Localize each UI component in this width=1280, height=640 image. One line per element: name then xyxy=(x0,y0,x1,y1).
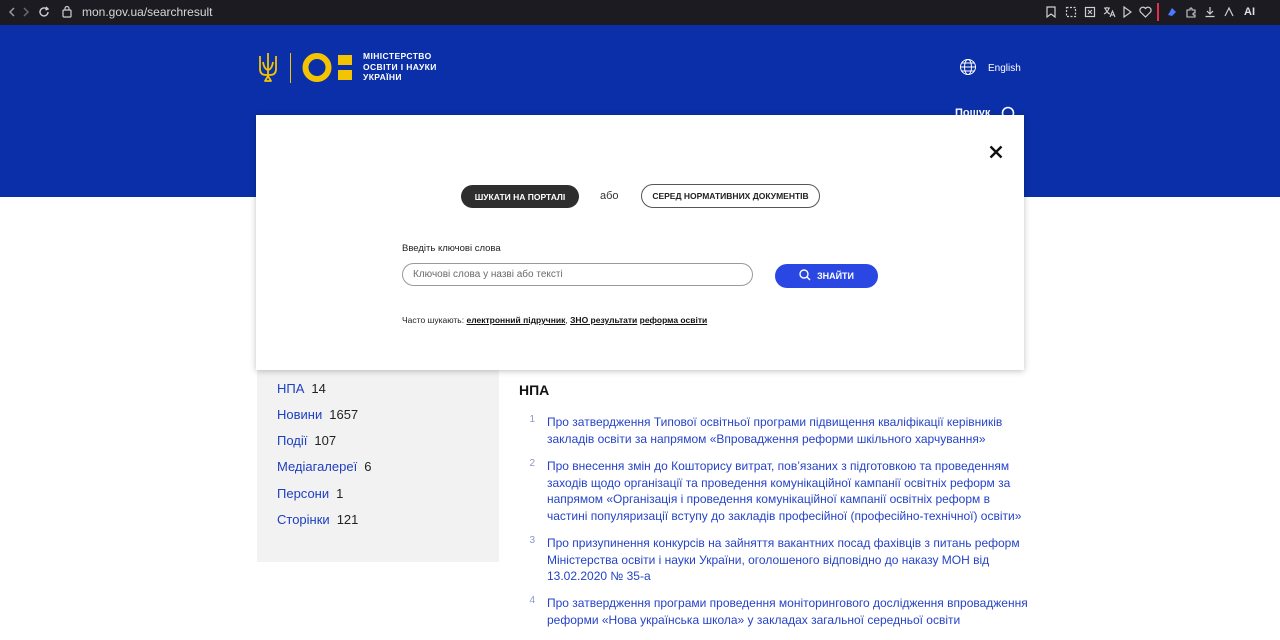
category-item-news[interactable]: Новини 1657 xyxy=(277,407,358,422)
category-item-npa[interactable]: НПА 14 xyxy=(277,381,326,396)
search-input[interactable] xyxy=(402,263,753,286)
result-number: 4 xyxy=(529,595,535,606)
popular-label: Часто шукають: xyxy=(402,315,465,325)
popular-searches: Часто шукають: електронний підручник, ЗН… xyxy=(402,315,707,325)
category-item-media[interactable]: Медіагалереї 6 xyxy=(277,459,371,474)
result-number: 2 xyxy=(529,458,535,469)
popular-link[interactable]: електронний підручник xyxy=(466,315,565,325)
category-name[interactable]: НПА xyxy=(277,381,304,396)
category-count: 14 xyxy=(311,381,326,396)
ministry-name[interactable]: МІНІСТЕРСТВО ОСВІТИ І НАУКИ УКРАЇНИ xyxy=(363,51,437,83)
category-name[interactable]: Новини xyxy=(277,407,322,422)
category-item-events[interactable]: Події 107 xyxy=(277,433,336,448)
popular-link[interactable]: реформа освіти xyxy=(640,315,708,325)
keywords-label: Введіть ключові слова xyxy=(402,243,501,254)
reader-icon[interactable] xyxy=(1083,5,1097,19)
screenshot-icon[interactable] xyxy=(1064,5,1078,19)
category-item-pages[interactable]: Сторінки 121 xyxy=(277,512,358,527)
logo-divider xyxy=(290,53,291,83)
play-icon[interactable] xyxy=(1120,5,1134,19)
results-title: НПА xyxy=(519,382,550,398)
address-bar[interactable]: mon.gov.ua/searchresult xyxy=(82,5,213,19)
category-count: 1657 xyxy=(329,407,359,422)
menu-icon[interactable] xyxy=(1222,5,1236,19)
tab-search-documents[interactable]: СЕРЕД НОРМАТИВНИХ ДОКУМЕНТІВ xyxy=(641,184,820,208)
popular-link[interactable]: ЗНО результати xyxy=(570,315,637,325)
category-name[interactable]: Медіагалереї xyxy=(277,459,357,474)
category-name[interactable]: Події xyxy=(277,433,307,448)
search-modal xyxy=(256,115,1024,370)
category-name[interactable]: Сторінки xyxy=(277,512,330,527)
popular-separator: , xyxy=(565,315,568,325)
result-link[interactable]: Про призупинення конкурсів на зайняття в… xyxy=(547,535,1029,585)
category-count: 107 xyxy=(314,433,337,448)
result-link[interactable]: Про затвердження Типової освітньої прогр… xyxy=(547,414,1029,447)
close-icon[interactable] xyxy=(984,140,1008,164)
translate-icon[interactable] xyxy=(1102,5,1116,19)
category-name[interactable]: Персони xyxy=(277,486,329,501)
trident-emblem-icon[interactable] xyxy=(258,52,278,88)
bookmark-icon[interactable] xyxy=(1044,5,1058,19)
download-icon[interactable] xyxy=(1203,5,1217,19)
result-link[interactable]: Про внесення змін до Кошторису витрат, п… xyxy=(547,458,1029,524)
result-link[interactable]: Про затвердження програми проведення мон… xyxy=(547,595,1029,628)
category-item-persons[interactable]: Персони 1 xyxy=(277,486,343,501)
lock-icon xyxy=(62,5,72,23)
ministry-name-line: УКРАЇНИ xyxy=(363,72,402,82)
find-button[interactable]: ЗНАЙТИ xyxy=(775,264,878,288)
extension-icon[interactable] xyxy=(1165,5,1179,19)
reload-icon[interactable] xyxy=(36,4,52,20)
puzzle-icon[interactable] xyxy=(1184,5,1198,19)
heart-icon[interactable] xyxy=(1138,5,1152,19)
mon-logo-icon[interactable] xyxy=(302,52,354,88)
ministry-name-line: ОСВІТИ І НАУКИ xyxy=(363,61,437,72)
toolbar-divider xyxy=(1157,3,1159,21)
category-count: 121 xyxy=(336,512,359,527)
globe-icon[interactable] xyxy=(959,58,977,81)
category-count: 6 xyxy=(364,459,372,474)
language-switch-link[interactable]: English xyxy=(988,63,1021,74)
ministry-name-line: МІНІСТЕРСТВО xyxy=(363,51,432,61)
result-number: 3 xyxy=(529,535,535,546)
result-number: 1 xyxy=(529,414,535,425)
tabs-or-label: або xyxy=(600,190,619,202)
ai-button[interactable]: AI xyxy=(1244,6,1255,18)
tab-search-portal[interactable]: ШУКАТИ НА ПОРТАЛІ xyxy=(461,185,579,208)
find-button-label: ЗНАЙТИ xyxy=(816,271,855,281)
search-icon xyxy=(799,269,811,283)
category-count: 1 xyxy=(336,486,344,501)
browser-toolbar: mon.gov.ua/searchresult AI xyxy=(0,0,1280,25)
forward-icon[interactable] xyxy=(18,4,34,20)
